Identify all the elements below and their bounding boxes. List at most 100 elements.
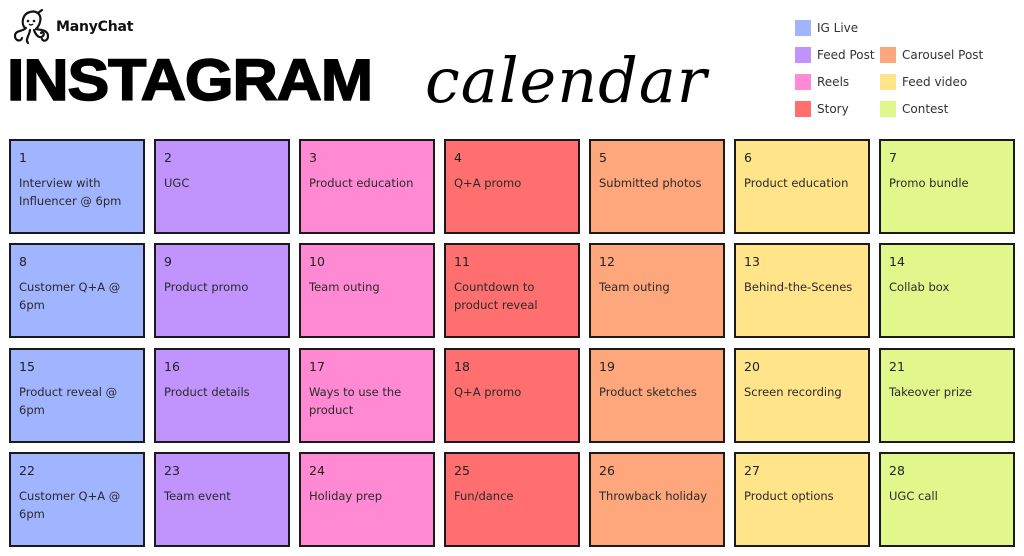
legend-item: Contest bbox=[880, 101, 948, 117]
day-number: 20 bbox=[744, 359, 760, 374]
calendar-day-cell[interactable]: 20 Screen recording bbox=[734, 348, 870, 443]
calendar-day-cell[interactable]: 25 Fun/dance bbox=[444, 452, 580, 547]
calendar-day-cell[interactable]: 3 Product education bbox=[299, 139, 435, 234]
day-content: Customer Q+A @ 6pm bbox=[19, 489, 121, 521]
calendar-day-cell[interactable]: 12 Team outing bbox=[589, 243, 725, 338]
day-content: UGC bbox=[164, 176, 190, 190]
legend-item: Reels bbox=[795, 74, 849, 90]
calendar-day-cell[interactable]: 10 Team outing bbox=[299, 243, 435, 338]
legend-label: Story bbox=[817, 102, 849, 116]
day-content: Submitted photos bbox=[599, 176, 702, 190]
legend-label: Contest bbox=[902, 102, 949, 116]
day-content: Takeover prize bbox=[889, 385, 973, 399]
legend-swatch bbox=[880, 74, 896, 90]
day-number: 24 bbox=[309, 463, 325, 478]
day-number: 18 bbox=[454, 359, 470, 374]
day-content: UGC call bbox=[889, 489, 938, 503]
day-number: 1 bbox=[19, 150, 27, 165]
day-number: 23 bbox=[164, 463, 180, 478]
day-number: 14 bbox=[889, 254, 905, 269]
calendar-day-cell[interactable]: 9 Product promo bbox=[154, 243, 290, 338]
legend-item: Carousel Post bbox=[880, 47, 983, 63]
calendar-day-cell[interactable]: 15 Product reveal @ 6pm bbox=[9, 348, 145, 443]
page-title: INSTAGRAM bbox=[6, 48, 374, 113]
day-content: Product reveal @ 6pm bbox=[19, 385, 118, 417]
day-content: Team outing bbox=[309, 280, 380, 294]
calendar-day-cell[interactable]: 1 Interview with Influencer @ 6pm bbox=[9, 139, 145, 234]
day-number: 9 bbox=[164, 254, 172, 269]
page-title-script: calendar bbox=[425, 14, 715, 124]
legend-item: Story bbox=[795, 101, 849, 117]
day-number: 26 bbox=[599, 463, 615, 478]
calendar-day-cell[interactable]: 22 Customer Q+A @ 6pm bbox=[9, 452, 145, 547]
calendar-day-cell[interactable]: 17 Ways to use the product bbox=[299, 348, 435, 443]
calendar-day-cell[interactable]: 4 Q+A promo bbox=[444, 139, 580, 234]
calendar-day-cell[interactable]: 5 Submitted photos bbox=[589, 139, 725, 234]
calendar-day-cell[interactable]: 18 Q+A promo bbox=[444, 348, 580, 443]
day-content: Team outing bbox=[599, 280, 670, 294]
calendar-script-graphic: calendar bbox=[425, 44, 710, 117]
legend-item: Feed video bbox=[880, 74, 967, 90]
day-content: Product promo bbox=[164, 280, 249, 294]
day-number: 10 bbox=[309, 254, 325, 269]
calendar-day-cell[interactable]: 14 Collab box bbox=[879, 243, 1015, 338]
day-number: 11 bbox=[454, 254, 470, 269]
day-number: 4 bbox=[454, 150, 462, 165]
day-number: 19 bbox=[599, 359, 615, 374]
day-number: 2 bbox=[164, 150, 172, 165]
day-content: Team event bbox=[164, 489, 231, 503]
day-number: 12 bbox=[599, 254, 615, 269]
calendar-day-cell[interactable]: 24 Holiday prep bbox=[299, 452, 435, 547]
day-number: 17 bbox=[309, 359, 325, 374]
legend-swatch bbox=[880, 101, 896, 117]
day-number: 6 bbox=[744, 150, 752, 165]
octopus-icon bbox=[13, 8, 50, 45]
legend-label: Reels bbox=[817, 75, 850, 89]
legend-swatch bbox=[795, 47, 811, 63]
legend-label: Feed video bbox=[902, 75, 968, 89]
day-content: Q+A promo bbox=[454, 385, 522, 399]
day-content: Product options bbox=[744, 489, 834, 503]
day-number: 16 bbox=[164, 359, 180, 374]
day-number: 27 bbox=[744, 463, 760, 478]
day-content: Holiday prep bbox=[309, 489, 383, 503]
legend-item: Feed Post bbox=[795, 47, 875, 63]
calendar-day-cell[interactable]: 21 Takeover prize bbox=[879, 348, 1015, 443]
day-content: Interview with Influencer @ 6pm bbox=[19, 176, 122, 208]
day-number: 5 bbox=[599, 150, 607, 165]
calendar-day-cell[interactable]: 27 Product options bbox=[734, 452, 870, 547]
day-content: Countdown to product reveal bbox=[454, 280, 538, 312]
day-number: 25 bbox=[454, 463, 470, 478]
legend-item: IG Live bbox=[795, 20, 858, 36]
day-content: Product details bbox=[164, 385, 250, 399]
legend-label: Carousel Post bbox=[902, 48, 984, 62]
calendar-day-cell[interactable]: 16 Product details bbox=[154, 348, 290, 443]
legend-swatch bbox=[795, 101, 811, 117]
legend-swatch bbox=[795, 20, 811, 36]
legend: IG Live Feed Post Reels Story Carousel Post F… bbox=[795, 20, 1015, 125]
day-content: Screen recording bbox=[744, 385, 842, 399]
day-number: 13 bbox=[744, 254, 760, 269]
day-content: Promo bundle bbox=[889, 176, 969, 190]
day-number: 22 bbox=[19, 463, 35, 478]
calendar-day-cell[interactable]: 23 Team event bbox=[154, 452, 290, 547]
calendar-day-cell[interactable]: 2 UGC bbox=[154, 139, 290, 234]
day-content: Behind-the-Scenes bbox=[744, 280, 853, 294]
calendar-day-cell[interactable]: 8 Customer Q+A @ 6pm bbox=[9, 243, 145, 338]
legend-label: IG Live bbox=[817, 21, 859, 35]
calendar-day-cell[interactable]: 11 Countdown to product reveal bbox=[444, 243, 580, 338]
legend-swatch bbox=[795, 74, 811, 90]
day-number: 7 bbox=[889, 150, 897, 165]
calendar-day-cell[interactable]: 13 Behind-the-Scenes bbox=[734, 243, 870, 338]
calendar-day-cell[interactable]: 26 Throwback holiday bbox=[589, 452, 725, 547]
calendar-day-cell[interactable]: 28 UGC call bbox=[879, 452, 1015, 547]
day-content: Customer Q+A @ 6pm bbox=[19, 280, 121, 312]
calendar-day-cell[interactable]: 19 Product sketches bbox=[589, 348, 725, 443]
calendar-script-text: calendar bbox=[425, 44, 710, 117]
calendar-day-cell[interactable]: 6 Product education bbox=[734, 139, 870, 234]
day-number: 28 bbox=[889, 463, 905, 478]
day-content: Product sketches bbox=[599, 385, 697, 399]
day-number: 8 bbox=[19, 254, 27, 269]
manychat-logo: ManyChat bbox=[11, 8, 133, 46]
calendar-day-cell[interactable]: 7 Promo bundle bbox=[879, 139, 1015, 234]
